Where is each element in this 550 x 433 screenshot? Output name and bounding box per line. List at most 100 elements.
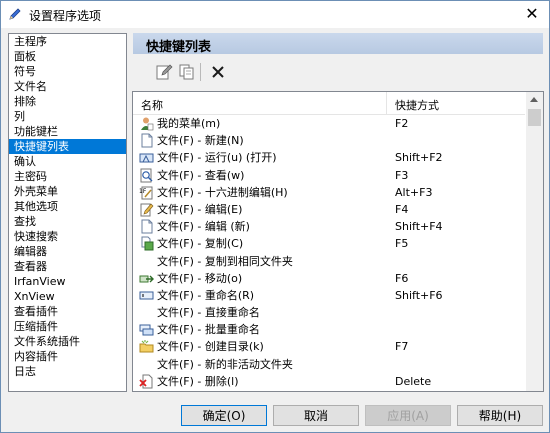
shortcut-value: F7 [395, 340, 409, 354]
svg-text:1F: 1F [139, 188, 147, 195]
ok-button[interactable]: 确定(O) [181, 405, 267, 426]
new-file-icon [141, 133, 153, 148]
sidebar-item[interactable]: 面板 [9, 49, 126, 64]
apply-button[interactable]: 应用(A) [365, 405, 451, 426]
title-bar: 设置程序选项 ✕ [1, 1, 549, 28]
command-name: 文件(F) - 复制到相同文件夹 [157, 254, 293, 268]
column-divider[interactable] [386, 92, 387, 114]
command-name: 文件(F) - 创建目录(k) [157, 340, 264, 354]
sidebar-item[interactable]: 其他选项 [9, 199, 126, 214]
sidebar-item[interactable]: 列 [9, 109, 126, 124]
column-name-header[interactable]: 名称 [141, 97, 163, 113]
column-header: 名称 快捷方式 [133, 92, 525, 115]
panel-header: 快捷键列表 [133, 33, 543, 55]
table-row[interactable]: 文件(F) - 复制(C) F5 [133, 235, 525, 252]
sidebar-item[interactable]: 查找 [9, 214, 126, 229]
sidebar-item[interactable]: 快捷键列表 [9, 139, 126, 154]
command-name: 文件(F) - 直接重命名 [157, 306, 260, 320]
shortcut-value: Alt+F3 [395, 185, 433, 199]
shortcut-value: Shift+F2 [395, 151, 443, 165]
batch-rename-icon [139, 324, 154, 336]
sidebar-item[interactable]: 压缩插件 [9, 319, 126, 334]
sidebar-item[interactable]: 符号 [9, 64, 126, 79]
table-row[interactable]: 文件(F) - 删除(l) Delete [133, 373, 525, 390]
sidebar-item[interactable]: 快速搜索 [9, 229, 126, 244]
run-icon [139, 153, 154, 163]
settings-window: 设置程序选项 ✕ 主程序 面板 符号 文件名 排除列功能键栏 快捷键列表 确认 主密码 外壳菜单… [0, 0, 550, 433]
new-file-icon [141, 219, 153, 234]
create-folder-icon [139, 340, 154, 353]
sidebar-item[interactable]: 排除 [9, 94, 126, 109]
sidebar-item[interactable]: 主密码 [9, 169, 126, 184]
command-name: 我的菜单(m) [157, 117, 221, 130]
delete-icon[interactable] [209, 63, 227, 81]
command-name: 文件(F) - 移动(o) [157, 271, 243, 285]
user-menu-icon [141, 117, 154, 131]
shortcut-value: F4 [395, 202, 409, 216]
table-row[interactable]: 文件(F) - 编辑(E) F4 [133, 201, 525, 218]
table-row[interactable]: 文件(F) - 新建(N) [133, 132, 525, 149]
edit-icon[interactable] [155, 63, 173, 81]
shortcut-value: F3 [395, 168, 409, 182]
panel-title: 快捷键列表 [146, 40, 212, 55]
shortcut-value: Shift+F4 [395, 220, 443, 234]
command-name: 文件(F) - 编辑(E) [157, 202, 243, 216]
sidebar-item[interactable]: 编辑器 [9, 244, 126, 259]
options-tree[interactable]: 主程序 面板 符号 文件名 排除列功能键栏 快捷键列表 确认 主密码 外壳菜单 其他选项 查找 快速搜… [8, 33, 127, 392]
shortcut-value: Shift+F6 [395, 288, 443, 302]
scroll-up-icon[interactable] [530, 97, 538, 102]
view-icon [140, 168, 153, 183]
close-icon[interactable]: ✕ [520, 4, 544, 24]
command-name: 文件(F) - 编辑 (新) [157, 220, 250, 234]
sidebar-item[interactable]: 外壳菜单 [9, 184, 126, 199]
table-row[interactable]: 文件(F) - 运行(u) (打开) Shift+F2 [133, 149, 525, 166]
table-row[interactable]: 文件(F) - 直接重命名 [133, 304, 525, 321]
table-row[interactable]: 文件(F) - 移动(o) F6 [133, 270, 525, 287]
sidebar-item[interactable]: 确认 [9, 154, 126, 169]
hex-edit-icon: 1F [139, 186, 153, 200]
shortcut-value: F5 [395, 237, 409, 251]
shortcut-value: F6 [395, 271, 409, 285]
command-name: 文件(F) - 新的非活动文件夹 [157, 357, 293, 371]
command-name: 文件(F) - 复制(C) [157, 237, 244, 251]
toolbar [133, 59, 543, 85]
delete-file-icon [139, 374, 153, 389]
sidebar-item[interactable]: 内容插件 [9, 349, 126, 364]
sidebar-item[interactable]: 查看插件 [9, 304, 126, 319]
sidebar-item[interactable]: 主程序 [9, 34, 126, 49]
table-row[interactable]: 文件(F) - 新的非活动文件夹 [133, 356, 525, 373]
column-shortcut-header[interactable]: 快捷方式 [395, 97, 439, 113]
help-button[interactable]: 帮助(H) [457, 405, 543, 426]
move-icon [139, 275, 154, 283]
window-title: 设置程序选项 [29, 9, 102, 23]
toolbar-separator [200, 63, 201, 81]
copy-icon[interactable] [178, 63, 196, 81]
edit-file-icon [140, 203, 154, 217]
table-row[interactable]: 文件(F) - 重命名(R) Shift+F6 [133, 287, 525, 304]
shortcut-list[interactable]: 名称 快捷方式 我的菜单(m) F2 文件(F) - 新建(N) 文件(F) - 运行… [132, 91, 544, 392]
table-row[interactable]: 文件(F) - 创建目录(k) F7 [133, 338, 525, 355]
table-row[interactable]: 文件(F) - 查看(w) F3 [133, 167, 525, 184]
sidebar-item[interactable]: 日志 [9, 364, 126, 379]
sidebar-item[interactable]: 文件名 [9, 79, 126, 94]
vertical-scrollbar[interactable] [526, 92, 543, 391]
shortcut-value: F2 [395, 117, 409, 130]
table-row[interactable]: 我的菜单(m) F2 [133, 115, 525, 132]
table-row[interactable]: 文件(F) - 复制到相同文件夹 [133, 253, 525, 270]
rename-icon [139, 291, 154, 300]
scroll-thumb[interactable] [528, 109, 541, 126]
command-name: 文件(F) - 查看(w) [157, 168, 245, 182]
command-name: 文件(F) - 新建(N) [157, 134, 244, 148]
command-name: 文件(F) - 删除(l) [157, 374, 239, 388]
sidebar-item[interactable]: XnView [9, 289, 126, 304]
cancel-button[interactable]: 取消 [273, 405, 359, 426]
sidebar-item[interactable]: 查看器 [9, 259, 126, 274]
copy-file-icon [141, 236, 154, 251]
table-row[interactable]: 文件(F) - 批量重命名 [133, 321, 525, 338]
pencil-icon [9, 8, 21, 20]
sidebar-item[interactable]: 功能键栏 [9, 124, 126, 139]
table-row[interactable]: 1F 文件(F) - 十六进制编辑(H) Alt+F3 [133, 184, 525, 201]
sidebar-item[interactable]: IrfanView [9, 274, 126, 289]
sidebar-item[interactable]: 文件系统插件 [9, 334, 126, 349]
table-row[interactable]: 文件(F) - 编辑 (新) Shift+F4 [133, 218, 525, 235]
